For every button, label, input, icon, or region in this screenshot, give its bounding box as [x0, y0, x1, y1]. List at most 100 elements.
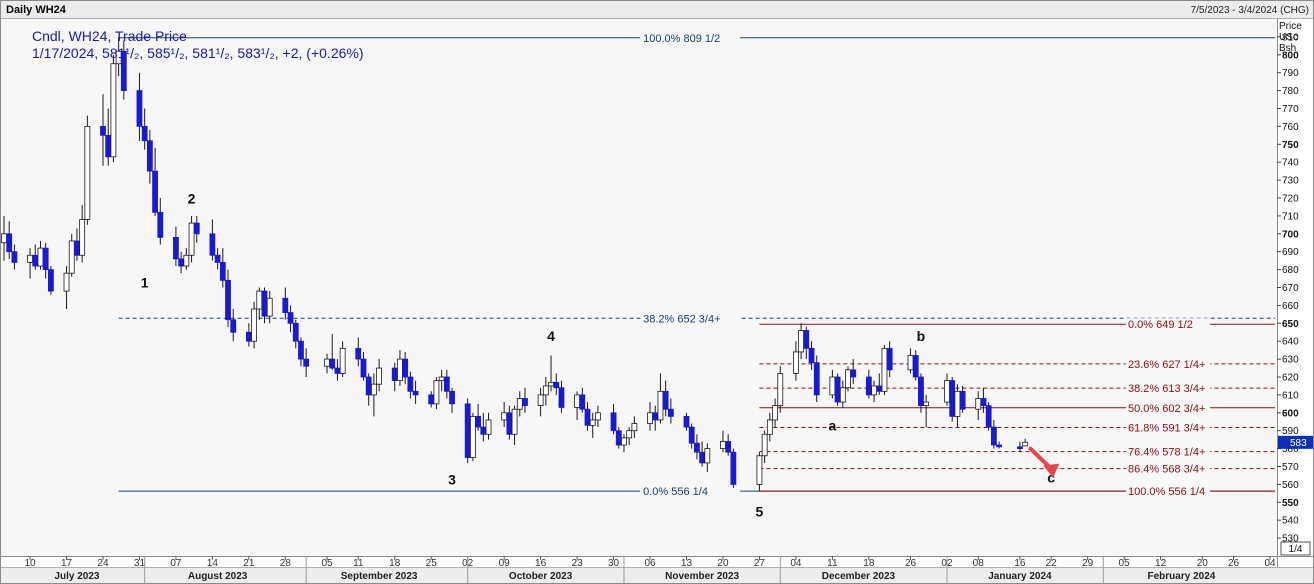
candle-down — [298, 340, 304, 360]
candle-up — [657, 390, 664, 421]
wave-label-2: 2 — [188, 190, 196, 206]
candle-up — [110, 63, 117, 158]
candle-down — [11, 251, 18, 263]
candle-down — [610, 412, 617, 432]
day-tick-label: 06 — [644, 558, 656, 569]
candle-up — [84, 126, 91, 220]
candle-down — [360, 358, 367, 378]
fib-level-label: 100.0% 809 1/2 — [643, 33, 720, 45]
price-tick-label: 630 — [1282, 355, 1299, 366]
candle-up — [871, 385, 877, 396]
candle-up — [324, 358, 330, 367]
candle-up — [63, 272, 70, 292]
day-tick-label: 08 — [973, 558, 985, 569]
day-tick-label: 26 — [1228, 558, 1240, 569]
candle-down — [522, 398, 528, 407]
day-tick-label: 25 — [426, 558, 438, 569]
candle-down — [329, 358, 336, 369]
unit-label-bushel: Bsh — [1279, 43, 1296, 54]
current-price-marker: 583 — [1278, 435, 1313, 449]
candle-up — [574, 394, 580, 408]
wave-label-3: 3 — [448, 471, 456, 487]
fib-level-label: 0.0% 649 1/2 — [1128, 319, 1193, 331]
day-tick-label: 04 — [790, 558, 802, 569]
candle-down — [146, 140, 153, 172]
info-line-2: 1/17/2024, 581¹/₂, 585¹/₂, 581¹/₂, 583¹/… — [32, 45, 364, 61]
price-tick-label: 710 — [1282, 211, 1299, 222]
day-tick-label: 07 — [170, 558, 182, 569]
candle-down — [282, 297, 289, 313]
page-indicator[interactable]: 1/4 — [1280, 541, 1311, 556]
candle-down — [407, 376, 414, 392]
price-tick-label: 780 — [1282, 86, 1299, 97]
day-tick-label: 11 — [353, 558, 364, 569]
fib-level-label: 76.4% 578 1/4+ — [1128, 447, 1205, 459]
candle-down — [173, 236, 179, 260]
day-tick-label: 29 — [1082, 558, 1094, 569]
price-tick-label: 570 — [1282, 462, 1299, 473]
chart-canvas: Daily WH24 7/5/2023 - 3/4/2024 (CHG) 100… — [0, 0, 1314, 584]
month-label: February 2024 — [1148, 571, 1216, 582]
month-label: August 2023 — [188, 571, 248, 582]
day-tick-label: 13 — [681, 558, 693, 569]
price-tick-label: 660 — [1282, 301, 1299, 312]
candle-down — [949, 380, 956, 417]
candle-up — [954, 390, 961, 417]
price-tick-label: 550 — [1282, 498, 1299, 509]
candle-down — [261, 290, 268, 317]
candle-down — [506, 412, 513, 435]
candle-down — [464, 403, 471, 458]
price-tick-label: 600 — [1282, 408, 1299, 419]
candle-up — [944, 380, 950, 403]
day-tick-label: 17 — [61, 558, 73, 569]
candle-up — [793, 351, 799, 374]
unit-label-price: Price — [1279, 21, 1302, 32]
price-tick-label: 790 — [1282, 68, 1299, 79]
candle-down — [615, 430, 622, 446]
candle-up — [542, 385, 549, 396]
candle-up — [766, 419, 773, 435]
day-tick-label: 24 — [97, 558, 109, 569]
candle-up — [183, 254, 190, 267]
candle-down — [219, 262, 226, 281]
day-tick-label: 16 — [535, 558, 547, 569]
candle-up — [397, 358, 403, 381]
fib-level-label: 86.4% 568 3/4+ — [1128, 464, 1205, 476]
candle-down — [699, 451, 706, 464]
price-tick-label: 750 — [1282, 140, 1299, 151]
price-tick-label: 650 — [1282, 319, 1299, 330]
day-tick-label: 27 — [754, 558, 766, 569]
candle-down — [985, 405, 992, 428]
candle-down — [292, 322, 299, 342]
candle-down — [42, 247, 49, 270]
candle-down — [230, 319, 237, 333]
current-price-label: 583 — [1290, 438, 1307, 449]
day-tick-label: 20 — [1197, 558, 1209, 569]
page-indicator-label[interactable]: 1/4 — [1289, 544, 1303, 555]
candle-down — [813, 362, 820, 396]
fib-level-label: 0.0% 556 1/4 — [643, 486, 708, 498]
candle-up — [761, 433, 768, 457]
candle-down — [865, 376, 872, 396]
candle-down — [918, 376, 924, 407]
candle-up — [537, 394, 544, 407]
month-label: September 2023 — [341, 571, 418, 582]
price-tick-label: 670 — [1282, 283, 1299, 294]
price-tick-label: 690 — [1282, 247, 1299, 258]
candle-down — [74, 240, 80, 256]
price-tick-label: 560 — [1282, 480, 1299, 491]
candle-up — [433, 380, 440, 405]
candle-down — [730, 451, 737, 485]
wave-label-b: b — [917, 328, 926, 344]
day-tick-label: 10 — [24, 558, 36, 569]
candle-down — [990, 426, 997, 446]
candle-down — [579, 394, 586, 410]
candle-down — [141, 126, 148, 142]
wave-label-1: 1 — [141, 275, 149, 291]
candle-down — [803, 330, 810, 349]
candle-up — [376, 367, 383, 385]
candle-up — [188, 222, 195, 256]
candle-up — [881, 347, 888, 392]
day-tick-label: 04 — [1264, 558, 1276, 569]
candle-down — [553, 381, 560, 389]
